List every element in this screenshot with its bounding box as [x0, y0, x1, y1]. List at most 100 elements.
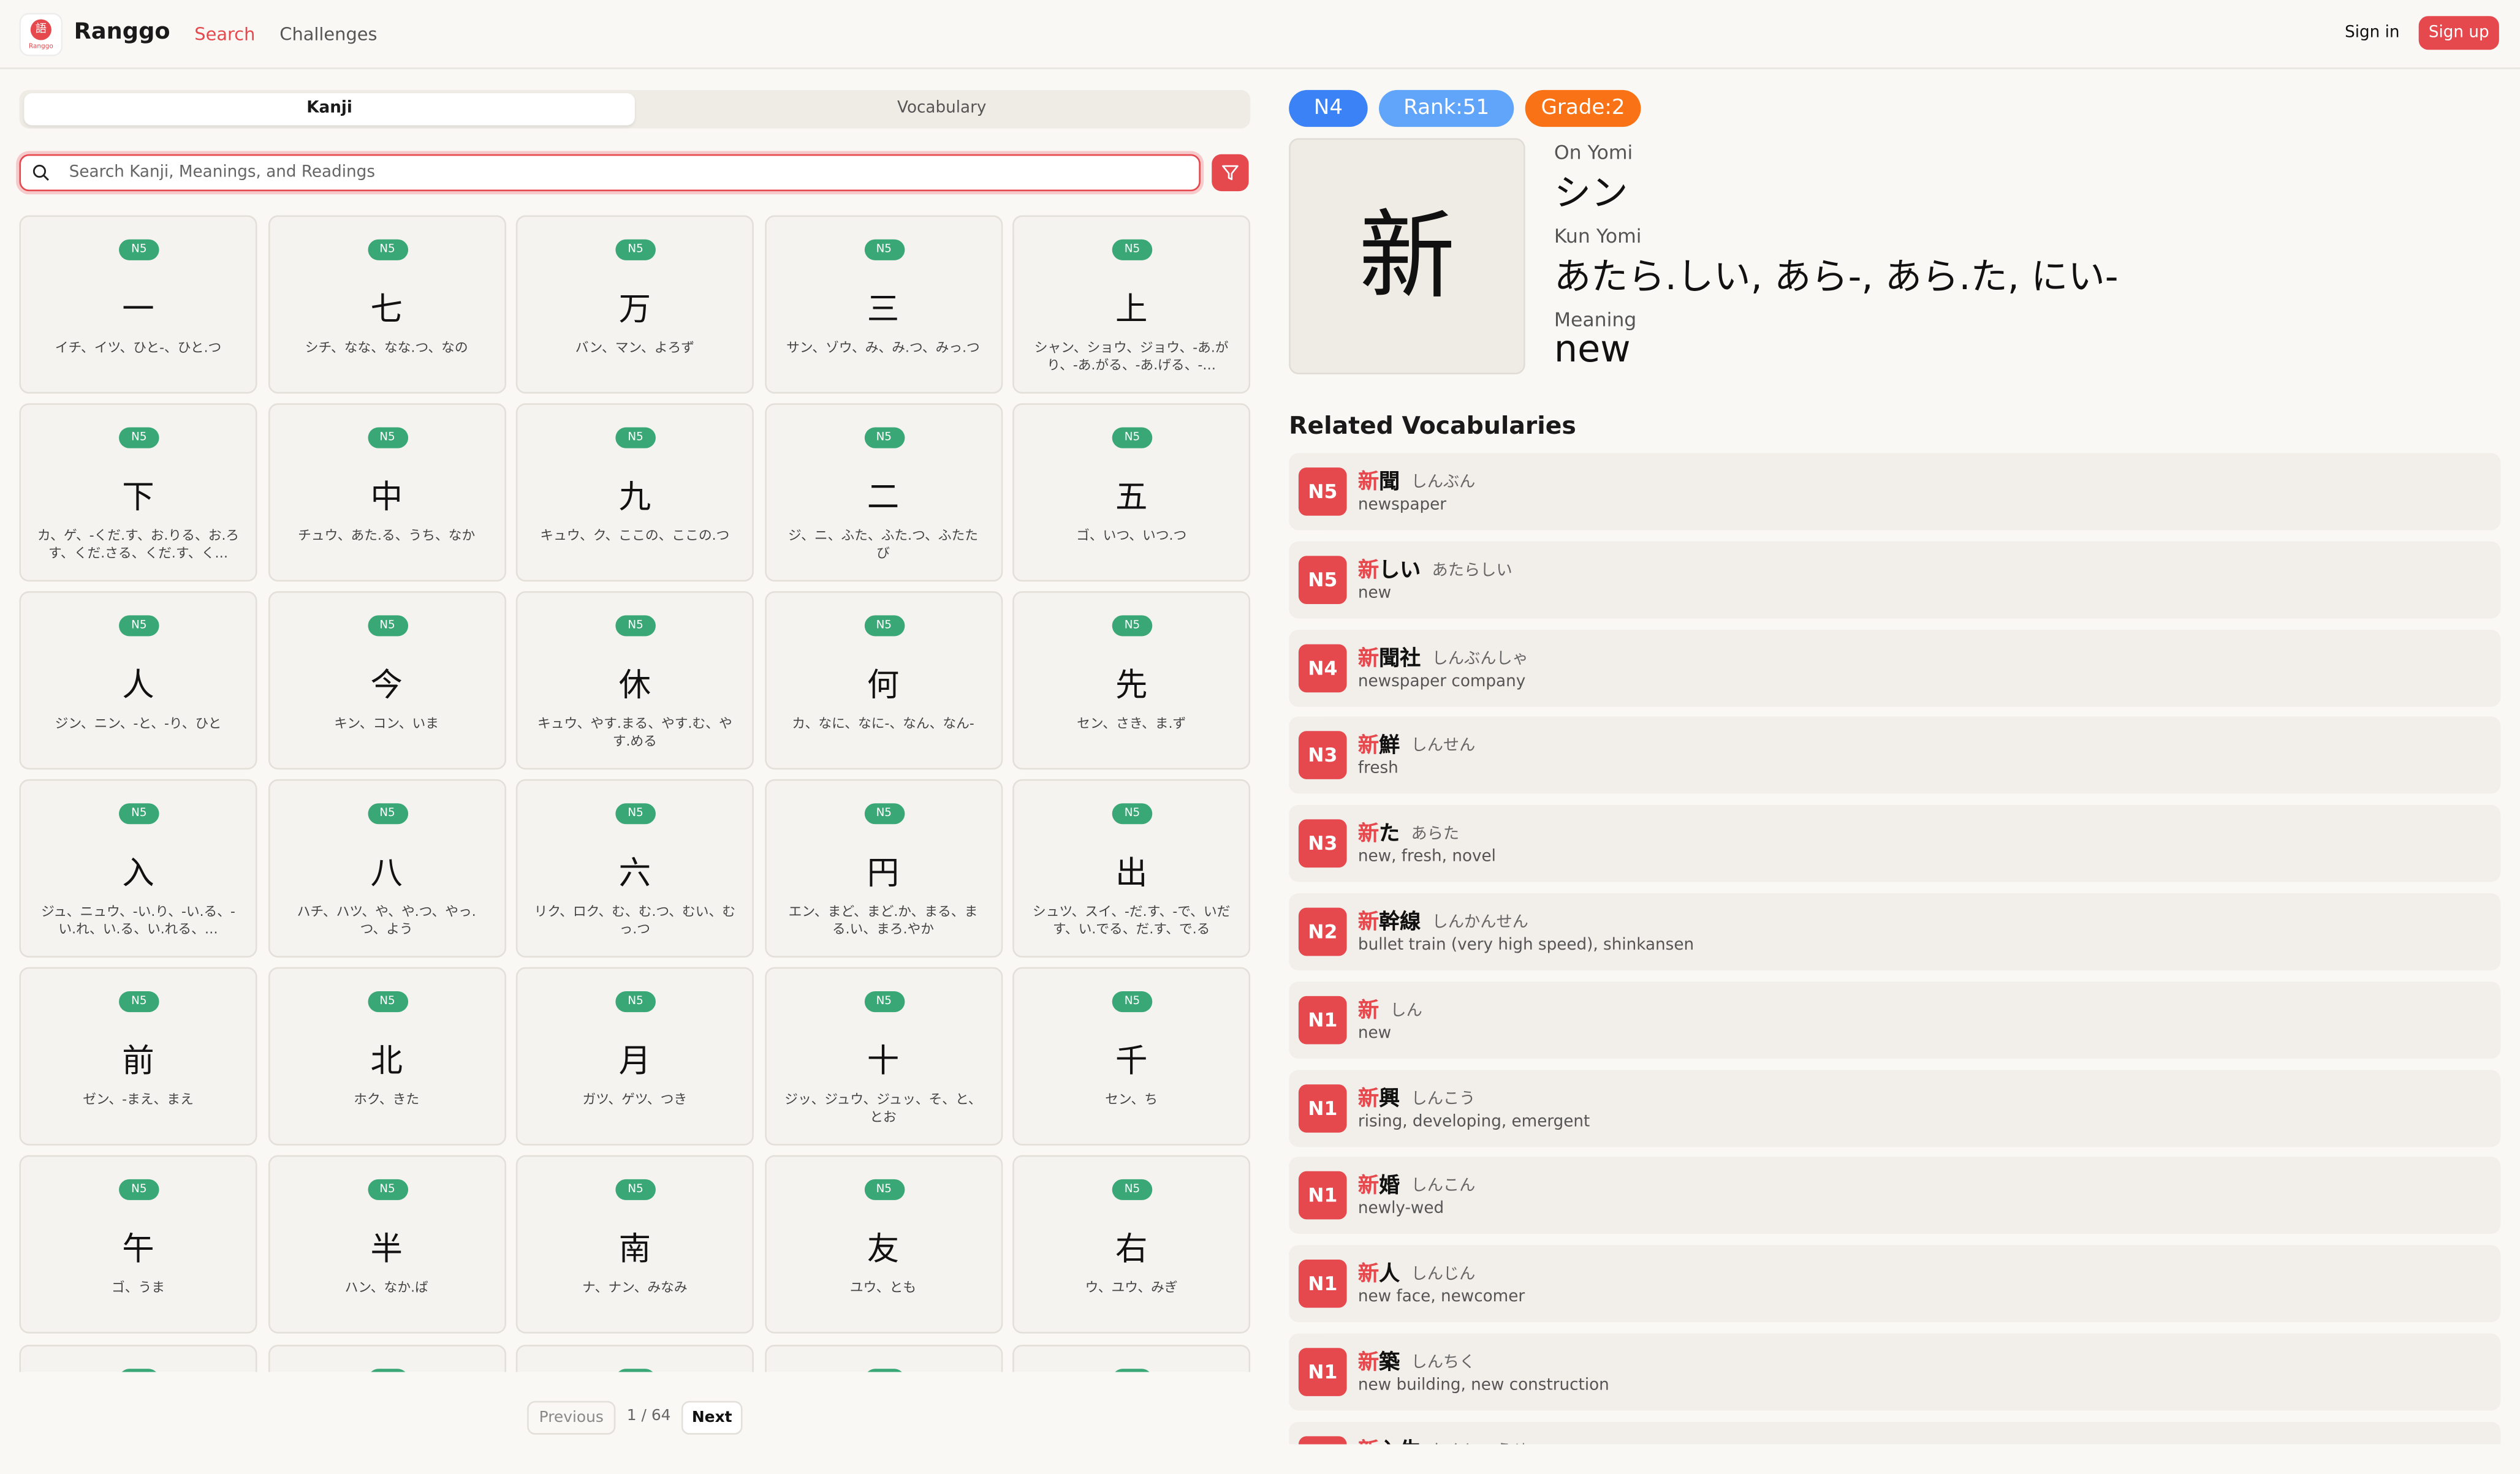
- kanji-readings: ゴ、いつ、いつ.つ: [1076, 527, 1187, 543]
- kanji-card[interactable]: N5 五ゴ、いつ、いつ.つ: [1012, 403, 1251, 581]
- kanji-card[interactable]: N5 入ジュ、ニュウ、-い.り、-い.る、-い.れ、い.る、い.れる、…: [19, 779, 257, 958]
- kanji-readings: ジュ、ニュウ、-い.り、-い.る、-い.れ、い.る、い.れる、…: [41, 903, 235, 937]
- vocab-reading: しんこう: [1411, 1090, 1476, 1108]
- kanji-card[interactable]: N5: [1012, 1344, 1251, 1372]
- level-badge: N5: [863, 615, 905, 637]
- kanji-character: 十: [867, 1041, 900, 1081]
- vocab-item[interactable]: N1 新しん new: [1289, 981, 2501, 1059]
- sign-up-button[interactable]: Sign up: [2418, 16, 2499, 50]
- kanji-card[interactable]: N5 上シャン、ショウ、ジョウ、-あ.がり、-あ.がる、-あ.げる、-…: [1012, 215, 1251, 393]
- level-badge: N5: [1112, 803, 1153, 825]
- vocab-word-rest: しい: [1379, 559, 1421, 583]
- kanji-card[interactable]: N5 先セン、さき、ま.ず: [1012, 591, 1251, 769]
- kanji-card[interactable]: N5 二ジ、ニ、ふた、ふた.つ、ふたたび: [764, 403, 1003, 581]
- level-badge: N5: [615, 992, 656, 1013]
- kanji-card[interactable]: N5: [515, 1344, 754, 1372]
- vocab-word: 新鮮: [1358, 728, 1400, 758]
- related-vocabularies-title: Related Vocabularies: [1289, 411, 1576, 440]
- kanji-card[interactable]: N5 千セン、ち: [1012, 967, 1251, 1146]
- kanji-readings: ジン、ニン、-と、-り、ひと: [55, 715, 222, 731]
- vocab-word: 新聞社: [1358, 640, 1421, 671]
- on-yomi-label: On Yomi: [1554, 141, 1633, 164]
- kanji-card[interactable]: N5 一イチ、イツ、ひと-、ひと.つ: [19, 215, 257, 393]
- level-badge: N5: [1112, 615, 1153, 637]
- kanji-card[interactable]: N5 今キン、コン、いま: [267, 591, 506, 769]
- vocab-level-badge: N1: [1298, 1435, 1347, 1445]
- kanji-card[interactable]: N5 北ホク、きた: [267, 967, 506, 1146]
- vocab-item[interactable]: N3 新た あらた new, fresh, novel: [1289, 805, 2501, 883]
- kanji-readings: チュウ、あた.る、うち、なか: [298, 527, 476, 543]
- vocab-word-highlight: 新: [1357, 559, 1380, 583]
- kanji-card[interactable]: N5 出シュツ、スイ、-だ.す、-で、いだす、い.でる、だ.す、で.る: [1012, 779, 1251, 958]
- vocab-item[interactable]: N4 新聞社 しんぶんしゃ newspaper company: [1289, 629, 2501, 706]
- kanji-card[interactable]: N5 月ガツ、ゲツ、つき: [515, 967, 754, 1146]
- vocab-meaning: fresh: [1357, 760, 1399, 779]
- kanji-card[interactable]: N5 午ゴ、うま: [19, 1155, 257, 1334]
- vocab-item[interactable]: N1 新婚 しんこん newly-wed: [1289, 1157, 2501, 1234]
- previous-button[interactable]: Previous: [527, 1400, 616, 1435]
- kanji-character: 入: [122, 853, 154, 893]
- kanji-card[interactable]: N5 十ジッ、ジュウ、ジュッ、そ、と、とお: [764, 967, 1003, 1146]
- kanji-card[interactable]: N5 八ハチ、ハツ、や、や.つ、やっ.つ、よう: [267, 779, 506, 958]
- kanji-grid: N5 一イチ、イツ、ひと-、ひと.つ N5 七シチ、なな、なな.つ、なの N5 万バン、マ…: [19, 215, 1251, 1372]
- filter-button[interactable]: [1212, 154, 1249, 192]
- app-logo[interactable]: 語 Ranggo: [19, 12, 63, 56]
- kanji-card[interactable]: N5 前ゼン、-まえ、まえ: [19, 967, 257, 1146]
- kanji-character: 南: [618, 1230, 651, 1269]
- level-badge: N5: [119, 803, 159, 825]
- kanji-card[interactable]: N5 七シチ、なな、なな.つ、なの: [267, 215, 506, 393]
- vocab-meaning: new building, new construction: [1357, 1377, 1609, 1395]
- vocab-meaning: new face, newcomer: [1357, 1288, 1525, 1307]
- kanji-character: 先: [1115, 665, 1148, 705]
- kanji-card[interactable]: N5 九キュウ、ク、ここの、ここの.つ: [515, 403, 754, 581]
- next-button[interactable]: Next: [681, 1400, 743, 1435]
- kanji-character: 八: [370, 853, 403, 893]
- kanji-card[interactable]: N5: [267, 1344, 506, 1372]
- kanji-character: 出: [1115, 853, 1148, 893]
- vocab-reading: あたらしい: [1432, 562, 1512, 580]
- kanji-card[interactable]: N5: [764, 1344, 1003, 1372]
- brand-name[interactable]: Ranggo: [74, 19, 170, 45]
- nav-challenges-link[interactable]: Challenges: [279, 24, 377, 45]
- vocab-item[interactable]: N1 新築 しんちく new building, new construction: [1289, 1333, 2501, 1411]
- vocab-item[interactable]: N5 新聞 しんぶん newspaper: [1289, 453, 2501, 531]
- kanji-card[interactable]: N5 南ナ、ナン、みなみ: [515, 1155, 754, 1334]
- level-badge: N5: [367, 1368, 408, 1372]
- vocab-item[interactable]: N1 新入生 しんにゅうせい: [1289, 1421, 2501, 1445]
- vocab-item[interactable]: N2 新幹線 しんかんせん bullet train (very high speed…: [1289, 893, 2501, 970]
- vocab-meaning: newly-wed: [1357, 1200, 1444, 1219]
- vocab-word-rest: 聞社: [1379, 646, 1421, 671]
- level-badge: N5: [119, 992, 159, 1013]
- vocab-word-highlight: 新: [1357, 1263, 1380, 1287]
- vocab-item[interactable]: N5 新しい あたらしい new: [1289, 541, 2501, 619]
- tab-vocabulary[interactable]: Vocabulary: [638, 93, 1245, 125]
- kanji-readings: エン、まど、まど.か、まる、まる.い、まろ.やか: [788, 903, 978, 937]
- kanji-card[interactable]: N5 万バン、マン、よろず: [515, 215, 754, 393]
- kanji-card[interactable]: N5 何カ、なに、なに-、なん、なん-: [764, 591, 1003, 769]
- kanji-card[interactable]: N5 下カ、ゲ、-くだ.す、お.りる、お.ろす、くだ.さる、くだ.す、く…: [19, 403, 257, 581]
- nav-search-link[interactable]: Search: [194, 24, 255, 45]
- level-badge: N5: [863, 992, 905, 1013]
- kanji-card[interactable]: N5 友ユウ、とも: [764, 1155, 1003, 1334]
- vocab-item[interactable]: N3 新鮮 しんせん fresh: [1289, 717, 2501, 795]
- vocab-item[interactable]: N1 新人 しんじん new face, newcomer: [1289, 1245, 2501, 1323]
- kanji-card[interactable]: N5 円エン、まど、まど.か、まる、まる.い、まろ.やか: [764, 779, 1003, 958]
- kanji-card[interactable]: N5 休キュウ、やす.まる、やす.む、やす.める: [515, 591, 754, 769]
- kanji-card[interactable]: N5 三サン、ゾウ、み、み.つ、みっ.つ: [764, 215, 1003, 393]
- vocab-meaning: newspaper company: [1357, 672, 1526, 690]
- vocab-item[interactable]: N1 新興 しんこう rising, developing, emergent: [1289, 1069, 2501, 1147]
- kanji-card[interactable]: N5 中チュウ、あた.る、うち、なか: [267, 403, 506, 581]
- search-input[interactable]: [69, 159, 1178, 187]
- kanji-card[interactable]: N5 人ジン、ニン、-と、-り、ひと: [19, 591, 257, 769]
- tab-kanji[interactable]: Kanji: [24, 93, 635, 126]
- vocab-word: 新聞: [1358, 464, 1400, 494]
- rank-badge: Rank:51: [1379, 89, 1514, 127]
- vocab-level-badge: N3: [1298, 731, 1347, 780]
- vocab-word: 新婚: [1358, 1168, 1400, 1199]
- kanji-character: 今: [370, 665, 403, 705]
- kanji-card[interactable]: N5 六リク、ロク、む、む.つ、むい、むっ.つ: [515, 779, 754, 958]
- kanji-card[interactable]: N5 半ハン、なか.ば: [267, 1155, 506, 1334]
- kanji-card[interactable]: N5 右ウ、ユウ、みぎ: [1012, 1155, 1251, 1334]
- kanji-card[interactable]: N5: [19, 1344, 257, 1372]
- sign-in-button[interactable]: Sign in: [2345, 24, 2399, 42]
